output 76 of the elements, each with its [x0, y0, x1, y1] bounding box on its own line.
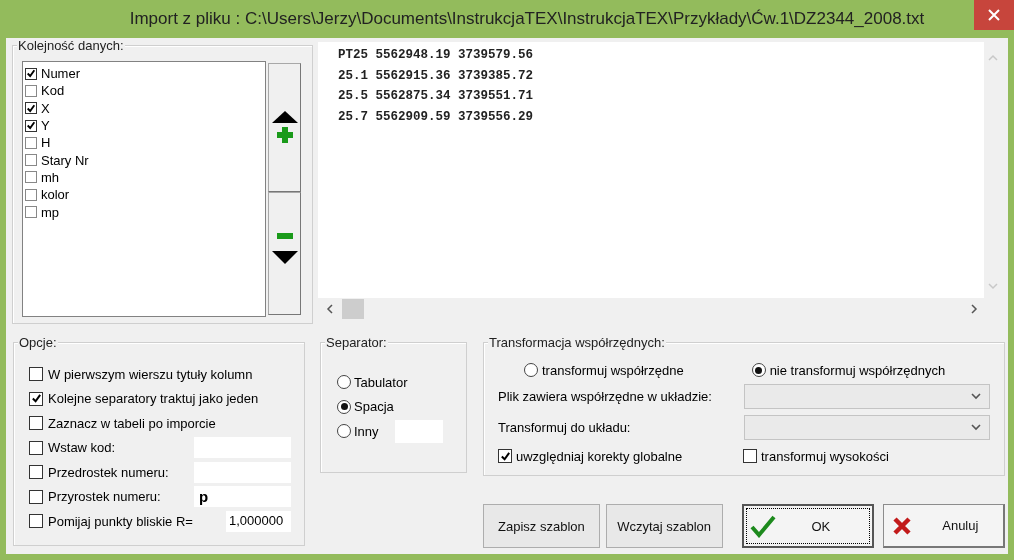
text-line: 25.7 5562909.59 3739556.29: [338, 108, 535, 126]
checkbox[interactable]: [25, 102, 37, 115]
group-title: Transformacja współrzędnych:: [488, 335, 666, 350]
window-title: Import z pliku : C:\Users\Jerzy\Documents\InstrukcjaTEX\InstrukcjaTEX\Przykłady\Ćw.1\DZ2344_2008.txt: [129, 9, 925, 29]
list-item: mh: [41, 169, 60, 185]
checkbox[interactable]: [25, 171, 37, 184]
option-label: transformuj wysokości: [761, 448, 889, 464]
option-label: Kolejne separatory traktuj jako jeden: [48, 391, 259, 407]
group-title: Kolejność danych:: [17, 38, 125, 53]
close-button[interactable]: [974, 0, 1014, 30]
option-label: transformuj współrzędne: [542, 362, 684, 378]
checkbox[interactable]: [25, 84, 37, 97]
checkbox[interactable]: [29, 367, 43, 382]
checkbox[interactable]: [25, 136, 37, 149]
option-label: Wstaw kod:: [48, 440, 116, 456]
list-item: Numer: [41, 66, 80, 82]
text-line: 25.5 5562875.34 3739551.71: [338, 88, 535, 105]
cross-icon: [892, 515, 913, 536]
scroll-right-icon: [971, 304, 978, 314]
checkbox[interactable]: [25, 119, 37, 132]
cancel-button[interactable]: Anuluj: [883, 504, 1005, 548]
scroll-left-icon: [326, 304, 333, 314]
field-label: Transformuj do układu:: [498, 420, 632, 435]
checkbox[interactable]: [29, 489, 43, 504]
checkbox[interactable]: [29, 416, 43, 431]
ok-button[interactable]: OK: [741, 504, 875, 548]
option-label: Przyrostek numeru:: [48, 489, 161, 505]
list-item: Stary Nr: [41, 152, 89, 168]
check-icon: [749, 514, 776, 538]
button[interactable]: Zapisz szablon: [483, 504, 600, 548]
text-line: PT25 5562948.19 3739579.56: [338, 47, 535, 64]
radio-button[interactable]: [337, 424, 351, 439]
option-label: Zaznacz w tabeli po imporcie: [48, 415, 216, 431]
checkbox[interactable]: [29, 465, 43, 480]
option-label: uwzględniaj korekty globalne: [516, 448, 683, 464]
move-down-button[interactable]: [268, 192, 301, 315]
button[interactable]: Wczytaj szablon: [605, 504, 723, 548]
move-up-button[interactable]: [268, 63, 301, 192]
chevron-down-icon: [971, 424, 981, 431]
option-label: Pomijaj punkty bliskie R=: [48, 513, 193, 529]
input-field[interactable]: 1,000000: [226, 510, 291, 532]
option-label: Spacja: [354, 399, 394, 415]
option-label: Tabulator: [354, 374, 408, 390]
checkbox[interactable]: [29, 391, 43, 406]
field-label: Plik zawiera współrzędne w układzie:: [498, 389, 713, 404]
option-label: Przedrostek numeru:: [48, 464, 169, 480]
radio-button[interactable]: [751, 363, 766, 377]
option-label: W pierwszym wierszu tytuły kolumn: [48, 366, 253, 382]
checkbox[interactable]: [25, 188, 37, 201]
radio-button[interactable]: [337, 399, 351, 414]
group-title: Opcje:: [18, 335, 58, 350]
scroll-down-icon: [988, 283, 998, 290]
option-label: nie transformuj współrzędnych: [769, 362, 946, 378]
text-line: 25.1 5562915.36 3739385.72: [338, 67, 535, 85]
radio-button[interactable]: [337, 375, 351, 390]
list-item: kolor: [41, 187, 70, 203]
list-item: Kod: [41, 83, 65, 99]
list-item: mp: [41, 204, 60, 220]
radio-button[interactable]: [524, 363, 538, 377]
list-item: H: [41, 135, 51, 151]
list-item: X: [41, 100, 50, 116]
scroll-up-icon: [988, 54, 998, 61]
scroll-thumb[interactable]: [342, 299, 364, 319]
input-field[interactable]: p: [194, 486, 291, 508]
checkbox[interactable]: [25, 154, 37, 167]
close-icon: [988, 9, 1000, 21]
checkbox[interactable]: [29, 440, 43, 455]
option-label: Inny: [354, 423, 379, 439]
checkbox[interactable]: [25, 206, 37, 218]
list-item: Y: [41, 118, 50, 134]
checkbox[interactable]: [25, 67, 37, 80]
group-title: Separator:: [325, 335, 388, 350]
checkbox[interactable]: [743, 449, 757, 463]
chevron-down-icon: [971, 393, 981, 400]
checkbox[interactable]: [29, 514, 43, 529]
checkbox[interactable]: [498, 449, 512, 463]
